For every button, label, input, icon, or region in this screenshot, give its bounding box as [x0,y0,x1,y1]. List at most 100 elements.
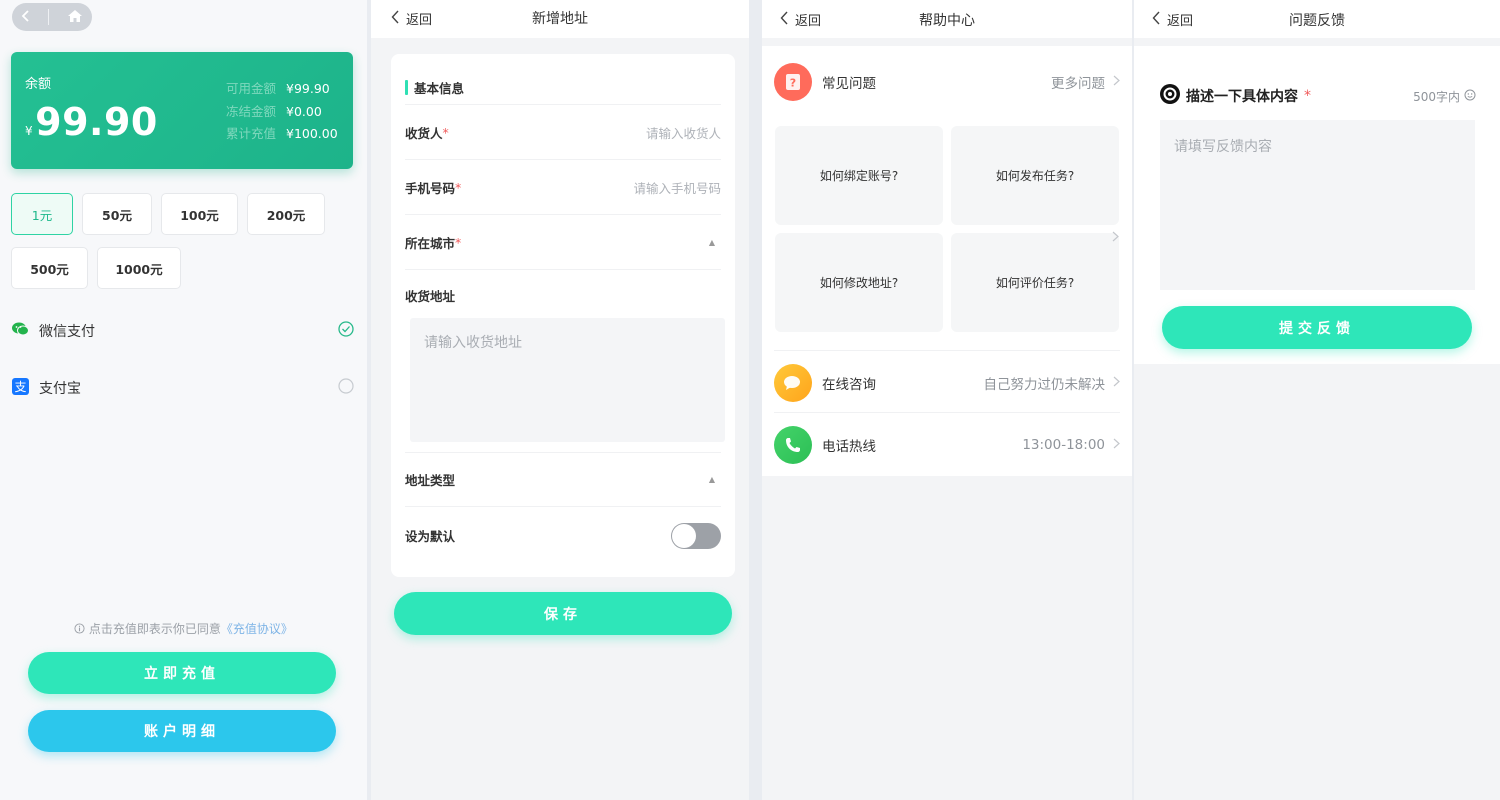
help-center-panel: 返回 帮助中心 ? 常见问题 更多问题 如何绑定账号? 如何发布任务? 如何修改… [762,0,1132,800]
receiver-input[interactable]: 请输入收货人 [646,123,721,142]
header: 返回 帮助中心 [762,0,1132,38]
section-title: 基本信息 [405,78,464,97]
agreement-link[interactable]: 《充值协议》 [221,622,293,636]
balance-value: 99.90 [35,100,158,144]
stat-row: 累计充值 ¥100.00 [226,123,338,146]
page-title: 新增地址 [532,11,588,27]
toggle-knob [672,523,696,548]
address-field: 收货地址 [405,269,721,321]
field-label: 设为默认 [405,529,456,544]
address-textarea[interactable]: 请输入收货地址 [410,318,725,442]
account-detail-button[interactable]: 账户明细 [28,710,336,752]
field-label: 收货地址 [405,289,456,304]
receiver-field[interactable]: 收货人 * 请输入收货人 [405,104,721,159]
feedback-panel: 返回 问题反馈 描述一下具体内容 * 500字内 请填写反馈内容 提交反馈 [1134,0,1500,800]
agreement-note: 点击充值即表示你已同意《充值协议》 [0,620,367,637]
svg-text:支: 支 [14,380,26,394]
target-icon [1160,84,1180,108]
char-limit-text: 500字内 [1413,90,1460,104]
faq-label: 常见问题 [822,76,876,92]
payment-label: 微信支付 [39,324,95,340]
section-accent-bar [405,80,408,95]
stat-row: 冻结金额 ¥0.00 [226,101,338,124]
balance-label: 余额 [25,77,52,92]
recharge-now-button[interactable]: 立即充值 [28,652,336,694]
amount-option-1000[interactable]: 1000元 [97,247,181,289]
chevron-right-icon [1113,437,1120,453]
stat-value: ¥99.90 [286,81,330,96]
radio-empty-icon[interactable] [338,378,354,398]
stat-value: ¥100.00 [286,126,338,141]
smiley-icon [1464,89,1476,104]
required-mark: * [455,179,462,195]
phone-input[interactable]: 请输入手机号码 [633,178,721,197]
home-icon[interactable] [67,8,83,27]
address-form: 基本信息 收货人 * 请输入收货人 手机号码 * 请输入手机号码 所在城市 * ▲ 收… [391,54,735,577]
caret-up-icon[interactable]: ▲ [709,238,715,247]
amount-option-500[interactable]: 500元 [11,247,88,289]
header: 返回 问题反馈 [1134,0,1500,38]
nav-capsule [12,3,92,31]
field-label: 地址类型 [405,473,456,488]
balance-stats: 可用金额 ¥99.90 冻结金额 ¥0.00 累计充值 ¥100.00 [226,78,338,146]
faq-more-link[interactable]: 更多问题 [1051,72,1120,92]
stat-label: 累计充值 [226,126,277,141]
chevron-right-icon[interactable] [1112,227,1119,246]
describe-label: 描述一下具体内容 [1186,89,1298,105]
feedback-textarea[interactable]: 请填写反馈内容 [1160,120,1475,290]
currency-symbol: ¥ [25,124,34,138]
balance-amount: ¥99.90 [25,100,158,144]
required-mark: * [442,124,449,140]
phone-label: 电话热线 [822,439,876,455]
feedback-card: 描述一下具体内容 * 500字内 请填写反馈内容 提交反馈 [1134,46,1500,364]
faq-question[interactable]: 如何发布任务? [951,126,1119,225]
online-label: 在线咨询 [822,377,876,393]
phone-field[interactable]: 手机号码 * 请输入手机号码 [405,159,721,214]
header: 返回 新增地址 [371,0,749,38]
field-label: 手机号码 [405,180,456,196]
phone-hotline-row[interactable]: 电话热线 13:00-18:00 [774,419,1120,471]
online-right-text: 自己努力过仍未解决 [983,377,1106,393]
page-title: 帮助中心 [919,13,975,29]
back-icon[interactable] [21,8,31,27]
capsule-divider [48,9,50,25]
wechat-icon [12,322,29,340]
help-card: ? 常见问题 更多问题 如何绑定账号? 如何发布任务? 如何修改地址? 如何评价… [762,46,1132,476]
amount-option-50[interactable]: 50元 [82,193,152,235]
divider [774,350,1120,351]
city-field[interactable]: 所在城市 * ▲ [405,214,721,269]
check-circle-icon[interactable] [338,321,354,341]
faq-row[interactable]: ? 常见问题 更多问题 [774,56,1120,108]
caret-up-icon[interactable]: ▲ [709,475,715,484]
payment-wechat[interactable]: 微信支付 [12,316,354,346]
submit-feedback-button[interactable]: 提交反馈 [1162,306,1472,349]
stat-label: 冻结金额 [226,103,277,119]
field-label: 收货人 [405,125,443,141]
balance-card: 余额 ¥99.90 可用金额 ¥99.90 冻结金额 ¥0.00 累计充值 ¥100.… [11,52,353,169]
question-icon: ? [774,63,812,101]
address-type-field[interactable]: 地址类型 ▲ [405,452,721,506]
required-mark: * [1304,88,1311,104]
payment-label: 支付宝 [39,381,81,397]
save-button[interactable]: 保存 [394,592,732,635]
alipay-icon: 支 [12,377,29,399]
section-title-text: 基本信息 [414,81,465,96]
faq-question[interactable]: 如何评价任务? [951,233,1119,332]
phone-icon [774,426,812,464]
required-mark: * [455,234,462,250]
faq-question[interactable]: 如何修改地址? [775,233,943,332]
agreement-text: 点击充值即表示你已同意 [88,622,221,636]
amount-option-100[interactable]: 100元 [161,193,238,235]
describe-heading: 描述一下具体内容 * [1160,84,1311,108]
chevron-right-icon [1113,74,1120,90]
faq-question[interactable]: 如何绑定账号? [775,126,943,225]
info-icon [74,622,89,636]
stat-label: 可用金额 [226,81,277,96]
default-toggle[interactable] [671,522,721,549]
amount-option-200[interactable]: 200元 [247,193,325,235]
online-consult-row[interactable]: 在线咨询 自己努力过仍未解决 [774,357,1120,409]
divider [774,412,1120,413]
amount-option-1[interactable]: 1元 [11,193,73,235]
stat-value: ¥0.00 [286,103,322,119]
payment-alipay[interactable]: 支 支付宝 [12,373,354,403]
